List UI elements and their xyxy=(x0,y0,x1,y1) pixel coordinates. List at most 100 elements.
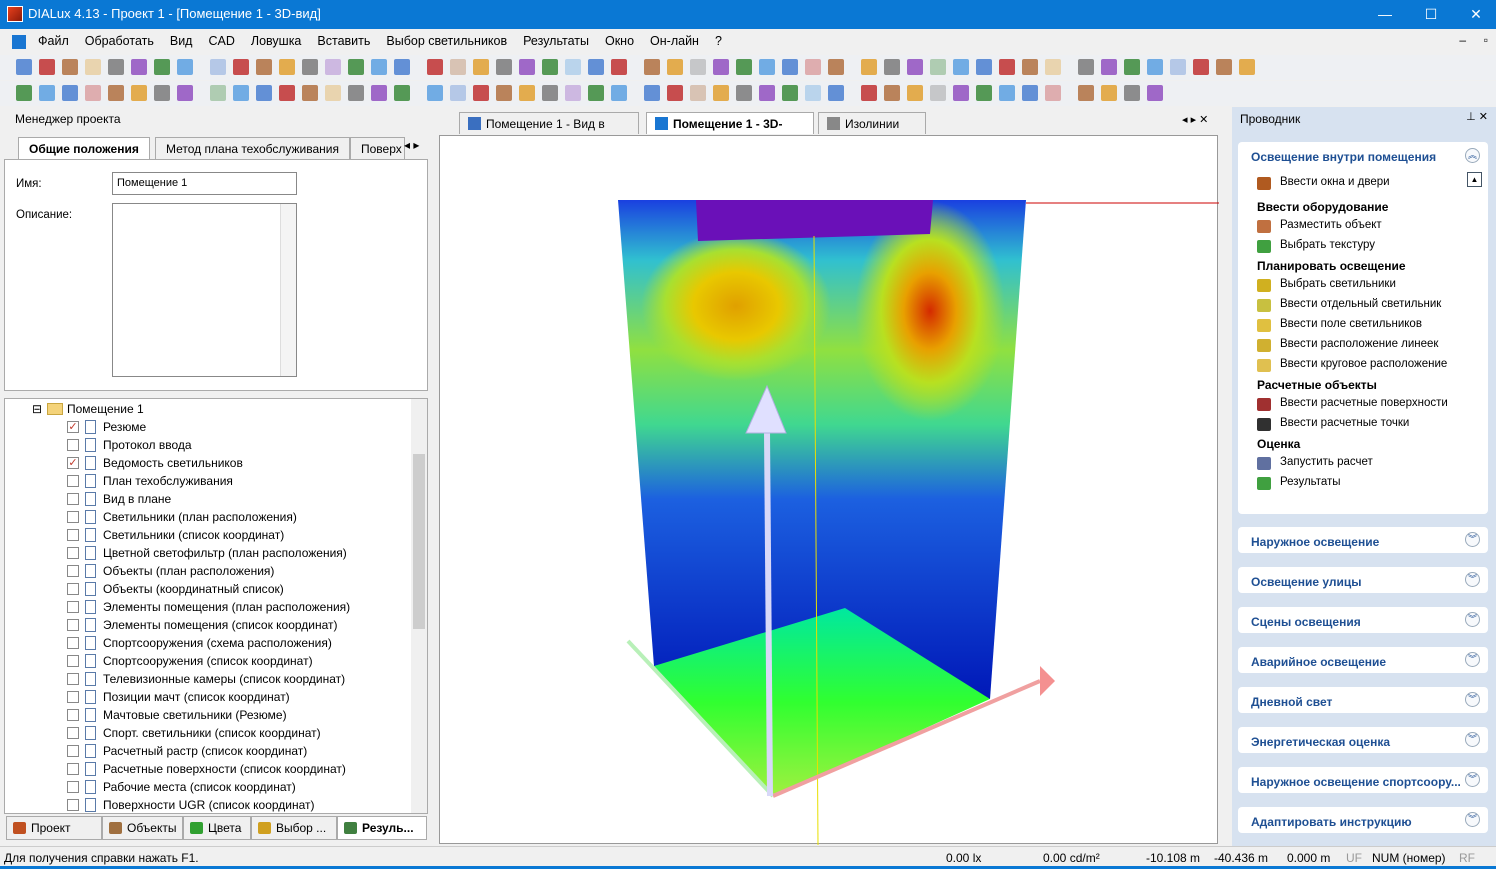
expand-chevron-icon[interactable]: ︾ xyxy=(1465,652,1480,667)
toolbar-button-icon[interactable] xyxy=(16,59,32,75)
expand-chevron-icon[interactable]: ︾ xyxy=(1465,732,1480,747)
expand-chevron-icon[interactable]: ︾ xyxy=(1465,812,1480,827)
toolbar-button-icon[interactable] xyxy=(736,85,752,101)
checkbox[interactable] xyxy=(67,439,79,451)
toolbar-button-icon[interactable] xyxy=(450,85,466,101)
tree-item[interactable]: Объекты (координатный список) xyxy=(5,580,405,598)
toolbar-button-icon[interactable] xyxy=(394,59,410,75)
toolbar-button-icon[interactable] xyxy=(62,59,78,75)
toolbar-button-icon[interactable] xyxy=(611,85,627,101)
toolbar-button-icon[interactable] xyxy=(519,85,535,101)
checkbox[interactable] xyxy=(67,709,79,721)
tree-item[interactable]: Спортсооружения (список координат) xyxy=(5,652,405,670)
tree-item[interactable]: Рабочие места (список координат) xyxy=(5,778,405,796)
toolbar-button-icon[interactable] xyxy=(496,85,512,101)
toolbar-button-icon[interactable] xyxy=(427,59,443,75)
toolbar-button-icon[interactable] xyxy=(861,59,877,75)
mdi-restore-button[interactable]: ▫ xyxy=(1484,33,1488,47)
toolbar-button-icon[interactable] xyxy=(588,59,604,75)
toolbar-button-icon[interactable] xyxy=(611,59,627,75)
view-tab[interactable]: Помещение 1 - Вид в плане xyxy=(459,112,639,153)
tree-item[interactable]: ✓ Резюме xyxy=(5,418,405,436)
toolbar-button-icon[interactable] xyxy=(1078,59,1094,75)
tree-item[interactable]: Поверхности UGR (список координат) xyxy=(5,796,405,813)
toolbar-button-icon[interactable] xyxy=(542,59,558,75)
tree-item[interactable]: Цветной светофильтр (план расположения) xyxy=(5,544,405,562)
tab-general[interactable]: Общие положения xyxy=(18,137,150,159)
checkbox[interactable] xyxy=(67,727,79,739)
toolbar-button-icon[interactable] xyxy=(1239,59,1255,75)
toolbar-button-icon[interactable] xyxy=(371,85,387,101)
menu-item[interactable]: ? xyxy=(707,30,730,53)
toolbar-button-icon[interactable] xyxy=(1101,85,1117,101)
toolbar-button-icon[interactable] xyxy=(1170,59,1186,75)
menu-item[interactable]: Он-лайн xyxy=(642,30,707,53)
checkbox[interactable] xyxy=(67,673,79,685)
toolbar-button-icon[interactable] xyxy=(953,59,969,75)
menu-item[interactable]: Выбор светильников xyxy=(378,30,515,53)
toolbar-button-icon[interactable] xyxy=(1193,59,1209,75)
tree-item[interactable]: Расчетные поверхности (список координат) xyxy=(5,760,405,778)
toolbar-button-icon[interactable] xyxy=(805,85,821,101)
tree-item[interactable]: Телевизионные камеры (список координат) xyxy=(5,670,405,688)
toolbar-button-icon[interactable] xyxy=(394,85,410,101)
toolbar-button-icon[interactable] xyxy=(884,59,900,75)
toolbar-button-icon[interactable] xyxy=(713,59,729,75)
tree-item[interactable]: Спорт. светильники (список координат) xyxy=(5,724,405,742)
toolbar-button-icon[interactable] xyxy=(907,85,923,101)
toolbar-button-icon[interactable] xyxy=(154,85,170,101)
toolbar-button-icon[interactable] xyxy=(210,59,226,75)
bottom-tab[interactable]: Проект xyxy=(6,816,102,840)
checkbox[interactable] xyxy=(67,529,79,541)
toolbar-button-icon[interactable] xyxy=(519,59,535,75)
tree-item[interactable]: Мачтовые светильники (Резюме) xyxy=(5,706,405,724)
toolbar-button-icon[interactable] xyxy=(976,85,992,101)
toolbar-button-icon[interactable] xyxy=(210,85,226,101)
toolbar-button-icon[interactable] xyxy=(1045,85,1061,101)
expand-chevron-icon[interactable]: ︾ xyxy=(1465,572,1480,587)
toolbar-button-icon[interactable] xyxy=(667,59,683,75)
toolbar-button-icon[interactable] xyxy=(805,59,821,75)
toolbar-button-icon[interactable] xyxy=(427,85,443,101)
checkbox[interactable] xyxy=(67,781,79,793)
checkbox[interactable] xyxy=(67,799,79,811)
menu-item[interactable]: Окно xyxy=(597,30,642,53)
checkbox[interactable] xyxy=(67,547,79,559)
menu-item[interactable]: Файл xyxy=(30,30,77,53)
explorer-group[interactable]: Сцены освещения ︾ xyxy=(1238,607,1488,633)
tree-item[interactable]: Позиции мачт (список координат) xyxy=(5,688,405,706)
expand-chevron-icon[interactable]: ︾ xyxy=(1465,772,1480,787)
checkbox[interactable] xyxy=(67,511,79,523)
toolbar-button-icon[interactable] xyxy=(861,85,877,101)
toolbar-button-icon[interactable] xyxy=(39,59,55,75)
explorer-group[interactable]: Освещение улицы ︾ xyxy=(1238,567,1488,593)
tree-item[interactable]: Спортсооружения (схема расположения) xyxy=(5,634,405,652)
view-tab-controls[interactable]: ◂ ▸ ✕ xyxy=(1182,113,1208,126)
menu-item[interactable]: Вид xyxy=(162,30,201,53)
toolbar-button-icon[interactable] xyxy=(1022,85,1038,101)
close-button[interactable]: ✕ xyxy=(1453,0,1496,29)
toolbar-button-icon[interactable] xyxy=(154,59,170,75)
toolbar-button-icon[interactable] xyxy=(279,59,295,75)
description-scrollbar[interactable] xyxy=(280,204,296,376)
toolbar-button-icon[interactable] xyxy=(953,85,969,101)
toolbar-button-icon[interactable] xyxy=(690,85,706,101)
tab-maintenance[interactable]: Метод плана техобслуживания xyxy=(155,137,350,159)
menu-item[interactable]: Вставить xyxy=(309,30,378,53)
toolbar-button-icon[interactable] xyxy=(1124,85,1140,101)
bottom-tab[interactable]: Резуль... xyxy=(337,816,427,840)
toolbar-button-icon[interactable] xyxy=(348,59,364,75)
toolbar-button-icon[interactable] xyxy=(759,59,775,75)
explorer-group[interactable]: Дневной свет ︾ xyxy=(1238,687,1488,713)
toolbar-button-icon[interactable] xyxy=(907,59,923,75)
scrollbar-thumb[interactable] xyxy=(413,454,425,629)
menu-item[interactable]: Результаты xyxy=(515,30,597,53)
toolbar-button-icon[interactable] xyxy=(325,59,341,75)
tree-item[interactable]: План техобслуживания xyxy=(5,472,405,490)
toolbar-button-icon[interactable] xyxy=(1045,59,1061,75)
collapse-icon[interactable]: ⊟ xyxy=(32,400,42,418)
toolbar-button-icon[interactable] xyxy=(542,85,558,101)
toolbar-button-icon[interactable] xyxy=(565,85,581,101)
toolbar-button-icon[interactable] xyxy=(348,85,364,101)
toolbar-button-icon[interactable] xyxy=(108,59,124,75)
